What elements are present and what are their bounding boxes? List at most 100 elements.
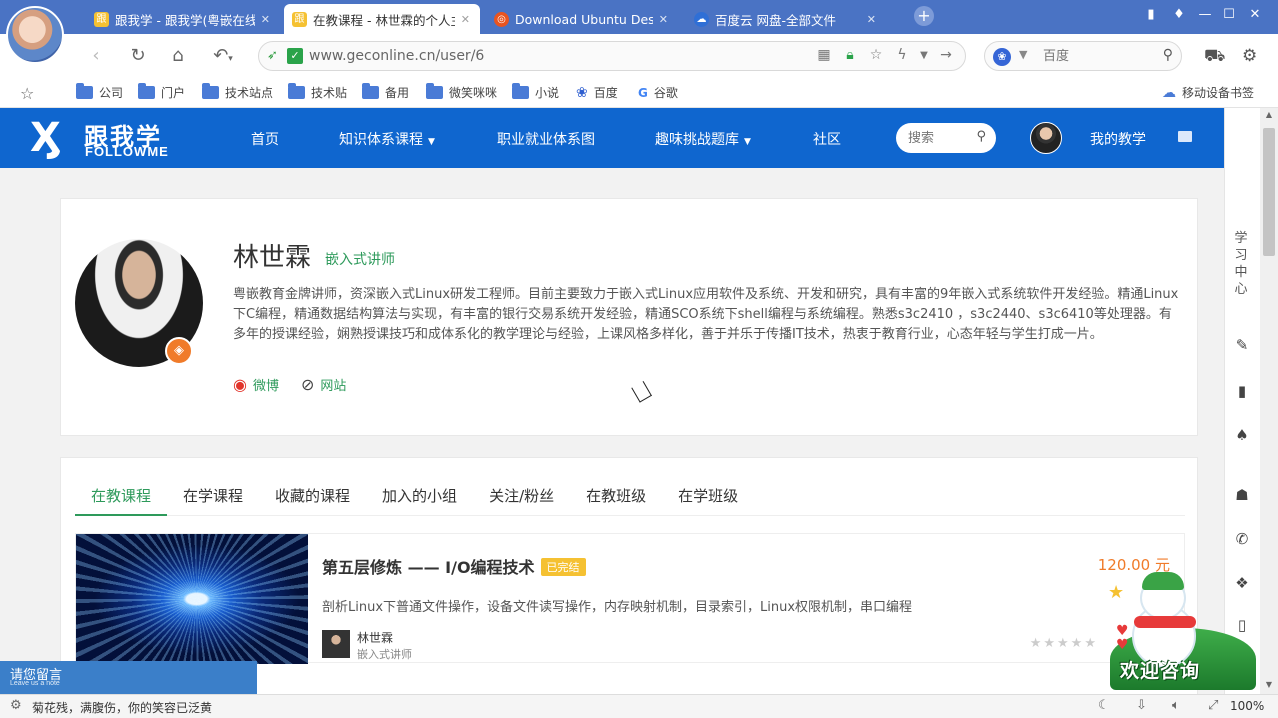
news-ticker[interactable]: 菊花残，满腹伤，你的笑容已泛黄 [32, 699, 212, 716]
favorite-star-icon[interactable]: ☆ [867, 47, 885, 63]
new-tab-button[interactable]: + [914, 6, 934, 26]
nav-home[interactable]: 首页 [251, 129, 279, 149]
screenshot-icon[interactable]: ⤢ [1208, 698, 1218, 713]
page-scrollbar[interactable]: ▲ ▼ [1260, 108, 1278, 694]
scrollbar-thumb[interactable] [1263, 128, 1275, 256]
nav-career-map[interactable]: 职业就业体系图 [497, 129, 595, 149]
shirt-icon[interactable]: ♦ [1168, 4, 1190, 26]
zoom-level[interactable]: 100% [1230, 699, 1264, 713]
browser-search-input[interactable] [1043, 46, 1153, 66]
close-tab-icon[interactable]: ✕ [659, 13, 668, 26]
browser-tab[interactable]: ◎ Download Ubuntu Desk ✕ [486, 4, 678, 34]
qr-code-icon[interactable]: ▦ [815, 47, 833, 63]
tab-teaching-classes[interactable]: 在教班级 [570, 480, 662, 516]
qq-icon[interactable]: ☗ [1233, 486, 1251, 504]
bookmark-folder[interactable]: 门户 [138, 83, 185, 101]
tab-learning-classes[interactable]: 在学班级 [662, 480, 754, 516]
website-link[interactable]: ⊘ 网站 [301, 375, 346, 394]
reload-button[interactable]: ↻ [126, 44, 150, 68]
url-text[interactable]: www.geconline.cn/user/6 [309, 48, 484, 64]
close-tab-icon[interactable]: ✕ [867, 13, 876, 26]
phone-icon[interactable]: ✆ [1233, 530, 1251, 548]
bookmark-folder[interactable]: 备用 [362, 83, 410, 101]
search-icon[interactable]: ⚲ [1163, 47, 1173, 63]
course-title-row[interactable]: 第五层修炼 —— I/O编程技术 已完结 [322, 554, 586, 578]
browser-tab[interactable]: ☁ 百度云 网盘-全部文件 ✕ [686, 4, 886, 34]
weibo-link[interactable]: ◉ 微博 [233, 375, 279, 394]
learning-center-link[interactable]: 学 习 中 心 [1233, 230, 1249, 298]
mail-icon[interactable] [1178, 131, 1192, 142]
tab-joined-groups[interactable]: 加入的小组 [366, 480, 473, 516]
tab-teaching-courses[interactable]: 在教课程 [75, 480, 168, 516]
undo-close-button[interactable]: ↶▾ [206, 44, 240, 68]
bookmark-label: 备用 [385, 86, 410, 100]
download-icon[interactable]: ⇩ [1136, 698, 1147, 713]
bookmark-folder[interactable]: 小说 [512, 83, 559, 101]
course-title[interactable]: 第五层修炼 —— I/O编程技术 [322, 558, 535, 577]
bookmark-star-icon[interactable]: ☆ [20, 84, 34, 103]
bookmark-google[interactable]: G 谷歌 [638, 84, 678, 101]
browser-search-box[interactable]: ❀ ▼ ⚲ [984, 41, 1182, 71]
night-mode-icon[interactable]: ☾ [1098, 698, 1110, 713]
chevron-down-icon[interactable]: ▼ [1019, 48, 1027, 61]
baidu-paw-icon: ❀ [993, 48, 1011, 66]
baidu-cloud-icon: ☁ [694, 11, 709, 27]
leave-message-widget[interactable]: 请您留言 Leave us a note [0, 661, 257, 694]
nav-community[interactable]: 社区 [813, 129, 841, 149]
nav-knowledge-courses[interactable]: 知识体系课程 ▼ [339, 129, 435, 149]
close-tab-icon[interactable]: ✕ [461, 13, 470, 26]
scroll-down-icon[interactable]: ▼ [1263, 680, 1275, 689]
search-icon[interactable]: ⚲ [976, 129, 986, 144]
book-icon[interactable]: ▮ [1233, 382, 1251, 400]
speaker-icon[interactable]: 🔈︎ [1172, 698, 1180, 713]
chevron-down-icon[interactable]: ▼ [915, 50, 933, 61]
bookmark-folder[interactable]: 技术站点 [202, 83, 273, 101]
course-thumbnail[interactable] [76, 534, 308, 664]
folder-icon [76, 83, 93, 99]
tab-follow-fans[interactable]: 关注/粉丝 [473, 480, 570, 516]
nav-challenge-bank[interactable]: 趣味挑战题库 ▼ [655, 129, 751, 149]
tab-favorite-courses[interactable]: 收藏的课程 [259, 480, 366, 516]
consult-widget[interactable]: ★ ♥ ♥ 欢迎咨询 [1108, 572, 1258, 690]
browser-tab-active[interactable]: 跟 在教课程 - 林世霖的个人主 ✕ [284, 4, 480, 34]
course-teacher-name[interactable]: 林世霖 [357, 629, 393, 646]
course-teacher-avatar[interactable] [322, 630, 350, 658]
back-button[interactable]: ‹ [84, 44, 108, 68]
tab-label: Download Ubuntu Desk [515, 11, 653, 27]
course-tabs: 在教课程 在学课程 收藏的课程 加入的小组 关注/粉丝 在教班级 在学班级 [75, 480, 1185, 516]
course-item[interactable]: 第五层修炼 —— I/O编程技术 已完结 120.00 元 剖析Linux下普通文… [75, 533, 1185, 664]
home-button[interactable]: ⌂ [166, 44, 190, 68]
tab-learning-courses[interactable]: 在学课程 [167, 480, 259, 516]
google-icon: G [638, 85, 648, 100]
mobile-bookmarks[interactable]: ☁ 移动设备书签 [1162, 84, 1254, 101]
maximize-button[interactable]: ☐ [1218, 4, 1240, 26]
flash-icon[interactable]: ϟ [893, 47, 911, 63]
bookmark-folder[interactable]: 技术贴 [288, 83, 347, 101]
runner-logo-icon: Ӽ [30, 115, 61, 161]
scroll-up-icon[interactable]: ▲ [1263, 110, 1275, 119]
pencil-icon[interactable]: ✎ [1233, 336, 1251, 354]
close-window-button[interactable]: ✕ [1244, 4, 1266, 26]
lock-icon[interactable]: 🔒︎ [841, 47, 859, 63]
site-logo[interactable]: Ӽ 跟我学 FOLLOWME [30, 114, 190, 162]
user-avatar[interactable] [1030, 122, 1062, 154]
browser-profile-avatar[interactable] [6, 6, 64, 64]
leave-message-sublabel: Leave us a note [10, 680, 60, 687]
close-tab-icon[interactable]: ✕ [261, 13, 270, 26]
minimize-button[interactable]: — [1194, 4, 1216, 26]
settings-icon[interactable]: ⚙ [10, 698, 22, 713]
bookmark-baidu[interactable]: ❀ 百度 [576, 84, 618, 101]
site-favicon-icon: 跟 [94, 11, 109, 27]
site-search[interactable]: ⚲ [896, 123, 996, 153]
my-teaching-link[interactable]: 我的教学 [1090, 129, 1146, 149]
cart-icon[interactable]: ⛟ [1204, 46, 1225, 68]
bell-icon[interactable]: ♠ [1233, 426, 1251, 444]
bookmark-folder[interactable]: 公司 [76, 83, 123, 101]
browser-tab[interactable]: 跟 跟我学 - 跟我学(粤嵌在线 ✕ [86, 4, 280, 34]
bookmark-folder[interactable]: 微笑咪咪 [426, 83, 497, 101]
address-bar[interactable]: ➶ ✓ www.geconline.cn/user/6 ▦ 🔒︎ ☆ ϟ ▼ → [258, 41, 966, 71]
site-search-input[interactable] [908, 128, 968, 148]
go-arrow-icon[interactable]: → [937, 47, 955, 63]
skin-icon[interactable]: ▮ [1140, 4, 1162, 26]
extensions-icon[interactable]: ⚙ [1242, 46, 1257, 66]
